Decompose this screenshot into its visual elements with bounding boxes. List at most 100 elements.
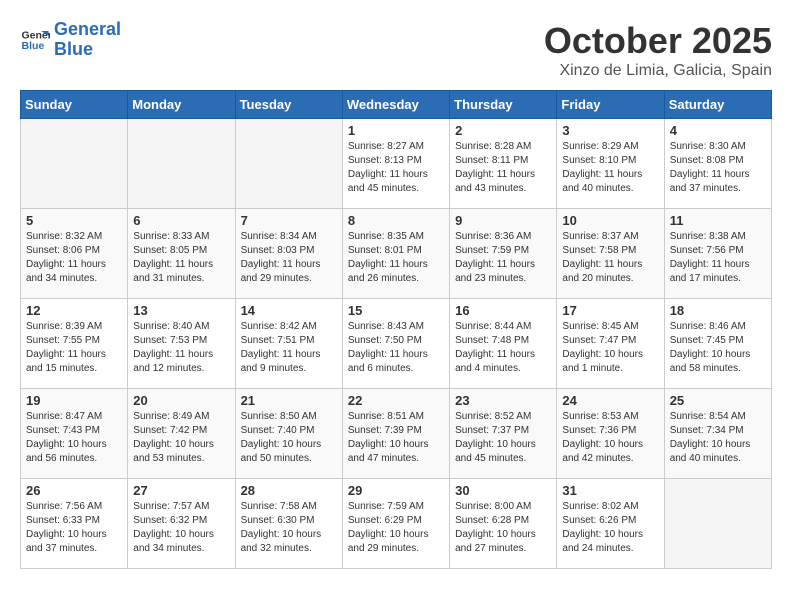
calendar-cell	[128, 119, 235, 209]
day-info: Sunrise: 8:00 AMSunset: 6:28 PMDaylight:…	[455, 500, 551, 556]
day-info: Sunrise: 8:27 AMSunset: 8:13 PMDaylight:…	[348, 140, 444, 196]
day-info: Sunrise: 8:53 AMSunset: 7:36 PMDaylight:…	[562, 410, 658, 466]
calendar-cell: 16 Sunrise: 8:44 AMSunset: 7:48 PMDayligh…	[450, 299, 557, 389]
calendar-cell: 4 Sunrise: 8:30 AMSunset: 8:08 PMDaylight…	[664, 119, 771, 209]
calendar-cell: 6 Sunrise: 8:33 AMSunset: 8:05 PMDaylight…	[128, 209, 235, 299]
calendar-cell: 2Sunrise: 8:28 AMSunset: 8:11 PMDaylight…	[450, 119, 557, 209]
day-number: 4	[670, 123, 766, 138]
logo-line1: General	[54, 20, 121, 40]
calendar-header-row: SundayMondayTuesdayWednesdayThursdayFrid…	[21, 91, 772, 119]
calendar-week-3: 12 Sunrise: 8:39 AMSunset: 7:55 PMDayligh…	[21, 299, 772, 389]
weekday-header-monday: Monday	[128, 91, 235, 119]
calendar-cell: 25Sunrise: 8:54 AMSunset: 7:34 PMDayligh…	[664, 389, 771, 479]
calendar-cell	[21, 119, 128, 209]
logo-text: General Blue	[54, 20, 121, 60]
month-title: October 2025	[544, 20, 772, 62]
day-number: 12	[26, 303, 122, 318]
day-info: Sunrise: 8:33 AMSunset: 8:05 PMDaylight:…	[133, 230, 229, 286]
calendar-cell: 24 Sunrise: 8:53 AMSunset: 7:36 PMDayligh…	[557, 389, 664, 479]
calendar-cell: 13 Sunrise: 8:40 AMSunset: 7:53 PMDayligh…	[128, 299, 235, 389]
day-info: Sunrise: 8:34 AMSunset: 8:03 PMDaylight:…	[241, 230, 337, 286]
day-number: 14	[241, 303, 337, 318]
day-number: 20	[133, 393, 229, 408]
day-number: 24	[562, 393, 658, 408]
day-number: 11	[670, 213, 766, 228]
day-number: 15	[348, 303, 444, 318]
calendar-cell	[664, 479, 771, 569]
day-info: Sunrise: 8:02 AMSunset: 6:26 PMDaylight:…	[562, 500, 658, 556]
weekday-header-thursday: Thursday	[450, 91, 557, 119]
calendar-cell: 28Sunrise: 7:58 AMSunset: 6:30 PMDayligh…	[235, 479, 342, 569]
day-number: 23	[455, 393, 551, 408]
weekday-header-tuesday: Tuesday	[235, 91, 342, 119]
calendar-cell: 15Sunrise: 8:43 AMSunset: 7:50 PMDayligh…	[342, 299, 449, 389]
calendar-cell: 8Sunrise: 8:35 AMSunset: 8:01 PMDaylight…	[342, 209, 449, 299]
calendar-cell: 22 Sunrise: 8:51 AMSunset: 7:39 PMDayligh…	[342, 389, 449, 479]
calendar-table: SundayMondayTuesdayWednesdayThursdayFrid…	[20, 90, 772, 569]
day-info: Sunrise: 7:58 AMSunset: 6:30 PMDaylight:…	[241, 500, 337, 556]
day-info: Sunrise: 8:39 AMSunset: 7:55 PMDaylight:…	[26, 320, 122, 376]
day-number: 7	[241, 213, 337, 228]
day-number: 18	[670, 303, 766, 318]
weekday-header-sunday: Sunday	[21, 91, 128, 119]
day-number: 29	[348, 483, 444, 498]
day-number: 26	[26, 483, 122, 498]
day-info: Sunrise: 8:28 AMSunset: 8:11 PMDaylight:…	[455, 140, 551, 196]
day-number: 16	[455, 303, 551, 318]
location-title: Xinzo de Limia, Galicia, Spain	[544, 62, 772, 80]
day-info: Sunrise: 8:51 AMSunset: 7:39 PMDaylight:…	[348, 410, 444, 466]
calendar-cell: 27 Sunrise: 7:57 AMSunset: 6:32 PMDayligh…	[128, 479, 235, 569]
day-info: Sunrise: 8:46 AMSunset: 7:45 PMDaylight:…	[670, 320, 766, 376]
calendar-cell: 9 Sunrise: 8:36 AMSunset: 7:59 PMDaylight…	[450, 209, 557, 299]
day-info: Sunrise: 7:57 AMSunset: 6:32 PMDaylight:…	[133, 500, 229, 556]
day-info: Sunrise: 8:35 AMSunset: 8:01 PMDaylight:…	[348, 230, 444, 286]
calendar-cell: 21Sunrise: 8:50 AMSunset: 7:40 PMDayligh…	[235, 389, 342, 479]
calendar-cell: 29 Sunrise: 7:59 AMSunset: 6:29 PMDayligh…	[342, 479, 449, 569]
day-info: Sunrise: 8:49 AMSunset: 7:42 PMDaylight:…	[133, 410, 229, 466]
day-number: 1	[348, 123, 444, 138]
day-number: 10	[562, 213, 658, 228]
day-info: Sunrise: 8:40 AMSunset: 7:53 PMDaylight:…	[133, 320, 229, 376]
weekday-header-friday: Friday	[557, 91, 664, 119]
calendar-cell: 3Sunrise: 8:29 AMSunset: 8:10 PMDaylight…	[557, 119, 664, 209]
day-info: Sunrise: 8:38 AMSunset: 7:56 PMDaylight:…	[670, 230, 766, 286]
calendar-cell: 20 Sunrise: 8:49 AMSunset: 7:42 PMDayligh…	[128, 389, 235, 479]
day-number: 13	[133, 303, 229, 318]
day-info: Sunrise: 8:36 AMSunset: 7:59 PMDaylight:…	[455, 230, 551, 286]
day-info: Sunrise: 8:44 AMSunset: 7:48 PMDaylight:…	[455, 320, 551, 376]
calendar-cell: 30Sunrise: 8:00 AMSunset: 6:28 PMDayligh…	[450, 479, 557, 569]
day-number: 6	[133, 213, 229, 228]
title-area: October 2025 Xinzo de Limia, Galicia, Sp…	[544, 20, 772, 80]
day-number: 22	[348, 393, 444, 408]
calendar-cell: 23 Sunrise: 8:52 AMSunset: 7:37 PMDayligh…	[450, 389, 557, 479]
day-number: 9	[455, 213, 551, 228]
day-number: 27	[133, 483, 229, 498]
day-info: Sunrise: 8:47 AMSunset: 7:43 PMDaylight:…	[26, 410, 122, 466]
calendar-cell: 18 Sunrise: 8:46 AMSunset: 7:45 PMDayligh…	[664, 299, 771, 389]
day-number: 17	[562, 303, 658, 318]
day-info: Sunrise: 8:50 AMSunset: 7:40 PMDaylight:…	[241, 410, 337, 466]
calendar-cell: 14Sunrise: 8:42 AMSunset: 7:51 PMDayligh…	[235, 299, 342, 389]
day-info: Sunrise: 8:45 AMSunset: 7:47 PMDaylight:…	[562, 320, 658, 376]
calendar-cell: 12 Sunrise: 8:39 AMSunset: 7:55 PMDayligh…	[21, 299, 128, 389]
calendar-cell: 10Sunrise: 8:37 AMSunset: 7:58 PMDayligh…	[557, 209, 664, 299]
day-info: Sunrise: 7:56 AMSunset: 6:33 PMDaylight:…	[26, 500, 122, 556]
day-info: Sunrise: 8:29 AMSunset: 8:10 PMDaylight:…	[562, 140, 658, 196]
day-info: Sunrise: 8:52 AMSunset: 7:37 PMDaylight:…	[455, 410, 551, 466]
weekday-header-wednesday: Wednesday	[342, 91, 449, 119]
day-info: Sunrise: 8:30 AMSunset: 8:08 PMDaylight:…	[670, 140, 766, 196]
calendar-cell: 1 Sunrise: 8:27 AMSunset: 8:13 PMDaylight…	[342, 119, 449, 209]
calendar-cell: 7 Sunrise: 8:34 AMSunset: 8:03 PMDaylight…	[235, 209, 342, 299]
day-info: Sunrise: 7:59 AMSunset: 6:29 PMDaylight:…	[348, 500, 444, 556]
calendar-cell: 26 Sunrise: 7:56 AMSunset: 6:33 PMDayligh…	[21, 479, 128, 569]
calendar-cell: 31Sunrise: 8:02 AMSunset: 6:26 PMDayligh…	[557, 479, 664, 569]
calendar-week-1: 1 Sunrise: 8:27 AMSunset: 8:13 PMDaylight…	[21, 119, 772, 209]
calendar-cell: 11 Sunrise: 8:38 AMSunset: 7:56 PMDayligh…	[664, 209, 771, 299]
calendar-week-5: 26 Sunrise: 7:56 AMSunset: 6:33 PMDayligh…	[21, 479, 772, 569]
calendar-cell	[235, 119, 342, 209]
header: General Blue General Blue October 2025 X…	[20, 20, 772, 80]
calendar-cell: 5Sunrise: 8:32 AMSunset: 8:06 PMDaylight…	[21, 209, 128, 299]
weekday-header-saturday: Saturday	[664, 91, 771, 119]
calendar-cell: 17 Sunrise: 8:45 AMSunset: 7:47 PMDayligh…	[557, 299, 664, 389]
day-number: 19	[26, 393, 122, 408]
